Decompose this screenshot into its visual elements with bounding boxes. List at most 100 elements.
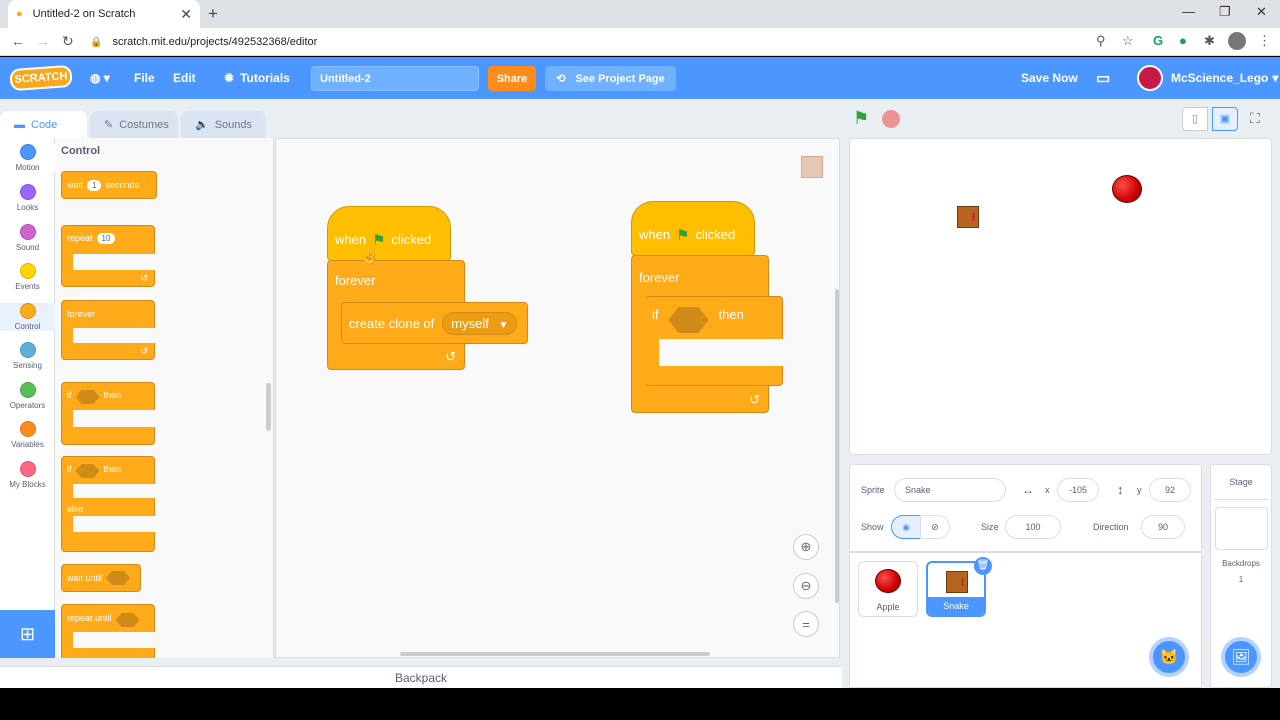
- new-tab-icon[interactable]: +: [208, 4, 218, 24]
- when-label: when: [335, 232, 367, 247]
- wait-seconds-input[interactable]: 1: [87, 179, 102, 191]
- close-tab-icon[interactable]: ✕: [180, 6, 192, 23]
- tutorials-button[interactable]: ✹ Tutorials: [224, 57, 290, 99]
- raspberry-avatar: [1137, 65, 1163, 91]
- category-sound[interactable]: Sound: [0, 224, 55, 252]
- apple-sprite[interactable]: [1112, 175, 1142, 203]
- large-stage-icon[interactable]: ▣: [1212, 107, 1238, 131]
- condition-slot[interactable]: [75, 464, 100, 478]
- palette-scrollbar[interactable]: [266, 383, 271, 431]
- account-menu[interactable]: McScience_Lego ▾: [1137, 57, 1278, 99]
- category-looks[interactable]: Looks: [0, 184, 55, 212]
- category-motion[interactable]: Motion: [0, 144, 55, 172]
- clone-target-dropdown[interactable]: myself ▼: [442, 311, 518, 335]
- reload-icon[interactable]: ↻: [62, 33, 74, 50]
- choose-sprite-icon[interactable]: 🐱: [1149, 637, 1189, 677]
- scratch-favicon-icon: ●: [16, 8, 23, 20]
- when-flag-clicked-hat[interactable]: when ⚑ clicked: [631, 201, 755, 256]
- fullscreen-icon[interactable]: ⛶: [1250, 110, 1260, 127]
- bookmark-star-icon[interactable]: ☆: [1122, 33, 1134, 49]
- sprite-info-panel: Sprite Snake ↔ x -105 ↕ y 92 Show ◉ ⊘ Si…: [849, 464, 1202, 552]
- x-input[interactable]: -105: [1057, 478, 1099, 502]
- category-my-blocks[interactable]: My Blocks: [0, 461, 55, 489]
- stage-target-panel[interactable]: Stage Backdrops 1 🖼: [1210, 464, 1272, 688]
- stop-icon[interactable]: [882, 110, 900, 128]
- backdrop-thumbnail[interactable]: [1215, 507, 1268, 550]
- stage-canvas[interactable]: [849, 138, 1272, 455]
- tab-sounds-label: Sounds: [214, 118, 253, 131]
- my-stuff-folder-icon[interactable]: ▭: [1096, 57, 1110, 99]
- see-project-page-button[interactable]: ⟲ See Project Page: [545, 66, 676, 91]
- choose-backdrop-icon[interactable]: 🖼: [1221, 637, 1261, 677]
- profile-avatar[interactable]: [1228, 32, 1246, 50]
- extension-circle-icon[interactable]: ●: [1179, 33, 1187, 48]
- browser-menu-icon[interactable]: ⋮: [1258, 33, 1271, 49]
- sprite-name-input[interactable]: Snake: [894, 478, 1006, 502]
- tab-code[interactable]: ▬ Code: [0, 111, 87, 138]
- condition-slot[interactable]: [75, 390, 100, 404]
- delete-sprite-icon[interactable]: 🗑: [974, 557, 992, 575]
- minimize-icon[interactable]: —: [1182, 4, 1195, 19]
- if-label: if: [67, 464, 72, 474]
- edit-menu[interactable]: Edit: [173, 57, 196, 99]
- condition-slot[interactable]: [668, 307, 709, 333]
- tab-costumes-label: Costumes: [119, 118, 169, 131]
- workspace-horizontal-scrollbar[interactable]: [400, 652, 710, 656]
- wait-block[interactable]: wait 1 seconds: [61, 171, 157, 199]
- repeat-until-slot: [73, 632, 155, 648]
- small-stage-icon[interactable]: ▯: [1182, 107, 1208, 131]
- workspace-vertical-scrollbar[interactable]: [835, 289, 839, 603]
- project-title-input[interactable]: Untitled-2: [311, 66, 479, 91]
- extensions-puzzle-icon[interactable]: ✱: [1204, 33, 1215, 49]
- scratch-editor-window: ● Untitled-2 on Scratch ✕ + — ❐ ✕ ← → ↻ …: [0, 0, 1280, 720]
- direction-input[interactable]: 90: [1141, 515, 1185, 539]
- size-input[interactable]: 100: [1005, 515, 1061, 539]
- zoom-in-icon[interactable]: ⊕: [793, 534, 819, 560]
- tab-sounds[interactable]: 🔈 Sounds: [181, 111, 266, 138]
- sprite-tile-apple[interactable]: Apple: [858, 561, 918, 617]
- when-flag-clicked-hat[interactable]: when ⚑ clicked: [327, 206, 451, 261]
- category-events[interactable]: Events: [0, 263, 55, 291]
- url-field[interactable]: 🔒 scratch.mit.edu/projects/492532368/edi…: [90, 32, 1170, 52]
- extension-g-icon[interactable]: G: [1153, 33, 1163, 48]
- wait-until-block[interactable]: wait until: [61, 564, 141, 592]
- code-workspace[interactable]: when ⚑ clicked forever ↺ create clone of…: [275, 138, 840, 658]
- snake-sprite[interactable]: [957, 206, 979, 228]
- share-button[interactable]: Share: [488, 66, 536, 91]
- category-sensing[interactable]: Sensing: [0, 342, 55, 370]
- forever-label: forever: [67, 309, 96, 319]
- tab-costumes[interactable]: ✎ Costumes: [90, 111, 178, 138]
- create-clone-block[interactable]: create clone of myself ▼: [341, 302, 528, 344]
- repeat-count-input[interactable]: 10: [96, 233, 116, 244]
- add-extension-icon[interactable]: ⊞: [0, 610, 55, 658]
- condition-slot[interactable]: [115, 613, 140, 627]
- file-menu[interactable]: File: [134, 57, 155, 99]
- sprite-label: Sprite: [861, 485, 885, 495]
- y-input[interactable]: 92: [1149, 478, 1191, 502]
- size-label: Size: [981, 522, 999, 532]
- forward-icon[interactable]: →: [36, 33, 50, 49]
- repeat-until-block[interactable]: repeat until: [61, 604, 155, 658]
- scratch-logo[interactable]: SCRATCH: [9, 64, 73, 92]
- zoom-icon[interactable]: ⚲: [1096, 33, 1106, 49]
- back-icon[interactable]: ←: [11, 33, 25, 49]
- if-then-else-block[interactable]: if then else: [61, 456, 155, 552]
- browser-tab[interactable]: ● Untitled-2 on Scratch ✕: [8, 0, 200, 28]
- then-label: then: [718, 307, 744, 322]
- restore-icon[interactable]: ❐: [1219, 4, 1231, 20]
- zoom-out-icon[interactable]: ⊖: [793, 573, 819, 599]
- green-flag-icon[interactable]: ⚑: [853, 108, 869, 129]
- hide-eye-icon[interactable]: ⊘: [920, 515, 950, 539]
- condition-slot[interactable]: [106, 571, 131, 585]
- zoom-reset-icon[interactable]: =: [793, 611, 819, 637]
- category-control[interactable]: Control: [0, 303, 55, 331]
- save-now-link[interactable]: Save Now: [1021, 57, 1078, 99]
- backpack-bar[interactable]: Backpack: [0, 666, 842, 688]
- category-operators[interactable]: Operators: [0, 382, 55, 410]
- close-window-icon[interactable]: ✕: [1256, 4, 1267, 20]
- show-eye-icon[interactable]: ◉: [891, 515, 921, 539]
- category-variables[interactable]: Variables: [0, 421, 55, 449]
- language-globe-icon[interactable]: ◍ ▾: [90, 57, 110, 99]
- see-project-label: See Project Page: [575, 72, 665, 85]
- forever-slot: [73, 328, 155, 343]
